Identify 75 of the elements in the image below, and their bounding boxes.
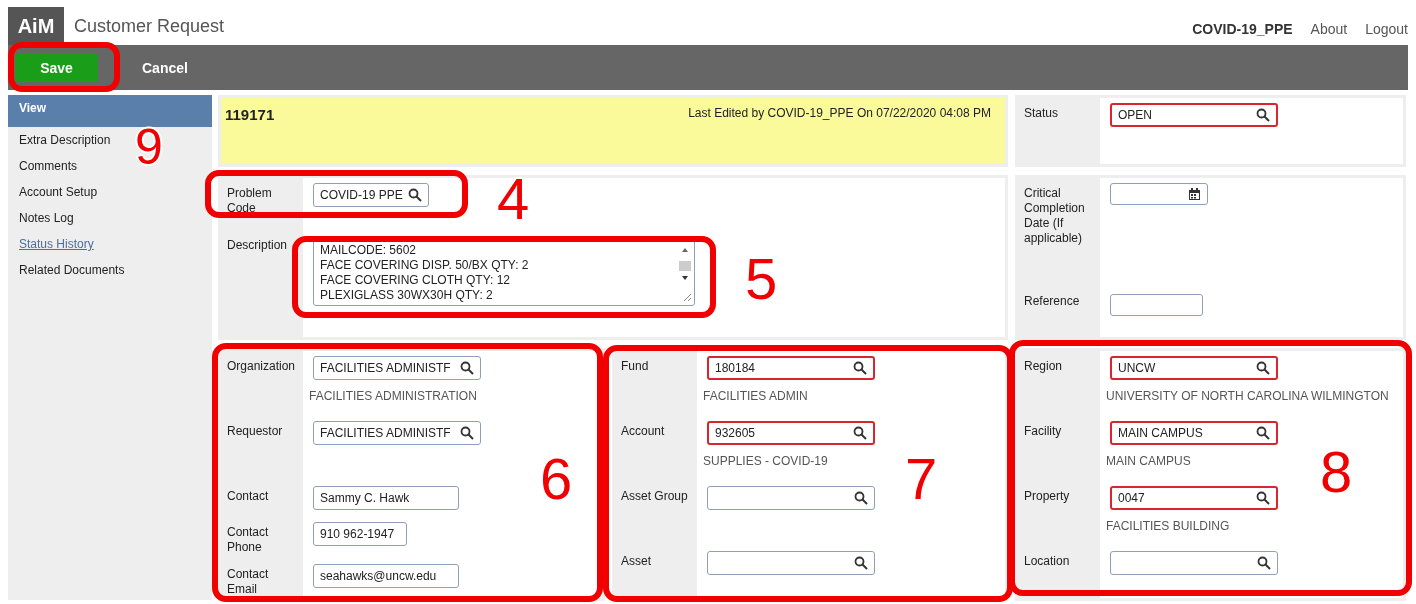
search-icon[interactable] <box>1256 361 1270 375</box>
search-icon[interactable] <box>854 491 868 505</box>
field-note: FACILITIES ADMIN <box>703 389 808 403</box>
calendar-icon[interactable] <box>1188 187 1201 201</box>
header-link[interactable]: Logout <box>1365 21 1408 37</box>
field-label: Fund <box>621 359 649 373</box>
sidebar-item[interactable]: Related Documents <box>8 257 136 283</box>
field-label: Critical Completion Date (If applicable) <box>1024 186 1085 245</box>
search-icon[interactable] <box>408 188 422 202</box>
search-icon[interactable] <box>460 361 474 375</box>
text-field[interactable]: seahawks@uncw.edu <box>313 564 459 588</box>
field-note: FACILITIES BUILDING <box>1106 519 1230 533</box>
search-icon[interactable] <box>1256 491 1270 505</box>
field-label: Asset <box>621 554 651 568</box>
lookup-field[interactable]: 180184 <box>707 356 875 380</box>
app-logo: AiM <box>8 7 64 45</box>
lookup-field[interactable]: OPEN <box>1110 103 1278 127</box>
field-label: Facility <box>1024 424 1062 438</box>
field-label: Location <box>1024 554 1070 568</box>
field-label: Status <box>1024 106 1059 120</box>
field-note: UNIVERSITY OF NORTH CAROLINA WILMINGTON <box>1106 389 1389 403</box>
field-label: Reference <box>1024 294 1080 308</box>
last-edited-text: Last Edited by COVID-19_PPE On 07/22/2020 04:08 PM <box>688 106 991 122</box>
record-number: 119171 <box>225 106 275 125</box>
text-field[interactable] <box>1110 294 1203 316</box>
lookup-field[interactable] <box>707 551 875 575</box>
page-title: Customer Request <box>73 16 225 38</box>
lookup-field[interactable]: MAIN CAMPUS <box>1110 421 1278 445</box>
annotation-number: 7 <box>905 450 938 508</box>
sidebar-item[interactable]: Comments <box>8 153 88 179</box>
lookup-field[interactable]: FACILITIES ADMINISTF <box>313 421 481 445</box>
annotation-number: 6 <box>540 450 573 508</box>
lookup-field[interactable]: 932605 <box>707 421 875 445</box>
field-note: FACILITIES ADMINISTRATION <box>309 389 477 403</box>
search-icon[interactable] <box>1256 108 1270 122</box>
search-icon[interactable] <box>1257 556 1271 570</box>
sidebar-item[interactable]: Extra Description <box>8 127 122 153</box>
header-link[interactable]: About <box>1310 21 1348 37</box>
field-label: Property <box>1024 489 1070 503</box>
field-note: SUPPLIES - COVID-19 <box>703 454 828 468</box>
lookup-field[interactable]: 0047 <box>1110 486 1278 510</box>
search-icon[interactable] <box>854 556 868 570</box>
lookup-field[interactable] <box>1110 551 1278 575</box>
text-field[interactable]: Sammy C. Hawk <box>313 486 459 510</box>
field-label: Organization <box>227 359 296 373</box>
sidebar-item[interactable]: Notes Log <box>8 205 85 231</box>
text-field[interactable]: 910 962-1947 <box>313 522 407 546</box>
save-button[interactable]: Save <box>15 53 98 82</box>
lookup-field[interactable] <box>707 486 875 510</box>
field-label: Requestor <box>227 424 283 438</box>
search-icon[interactable] <box>853 361 867 375</box>
date-field[interactable] <box>1110 183 1208 205</box>
annotation-number: 8 <box>1320 443 1353 501</box>
sidebar-item[interactable]: View <box>8 95 212 127</box>
sidebar-link[interactable]: Status History <box>8 231 105 257</box>
field-label: Asset Group <box>621 489 688 503</box>
field-note: MAIN CAMPUS <box>1106 454 1191 468</box>
field-label: Account <box>621 424 665 438</box>
lookup-field[interactable]: FACILITIES ADMINISTF <box>313 356 481 380</box>
field-label: Contact <box>227 489 269 503</box>
lookup-field[interactable]: COVID-19 PPE <box>313 183 429 207</box>
cancel-button[interactable]: Cancel <box>136 58 194 77</box>
search-icon[interactable] <box>853 426 867 440</box>
annotation-number: 4 <box>497 170 530 228</box>
field-label: Region <box>1024 359 1063 373</box>
field-label: Problem Code <box>227 186 272 215</box>
search-icon[interactable] <box>1256 426 1270 440</box>
annotation-number: 5 <box>745 250 778 308</box>
lookup-field[interactable]: UNCW <box>1110 356 1278 380</box>
sidebar-item[interactable]: Account Setup <box>8 179 109 205</box>
field-label: Contact Phone <box>227 525 269 554</box>
search-icon[interactable] <box>460 426 474 440</box>
field-label: Contact Email <box>227 567 269 596</box>
field-label: Description <box>227 238 288 252</box>
user-name: COVID-19_PPE <box>1192 21 1293 37</box>
